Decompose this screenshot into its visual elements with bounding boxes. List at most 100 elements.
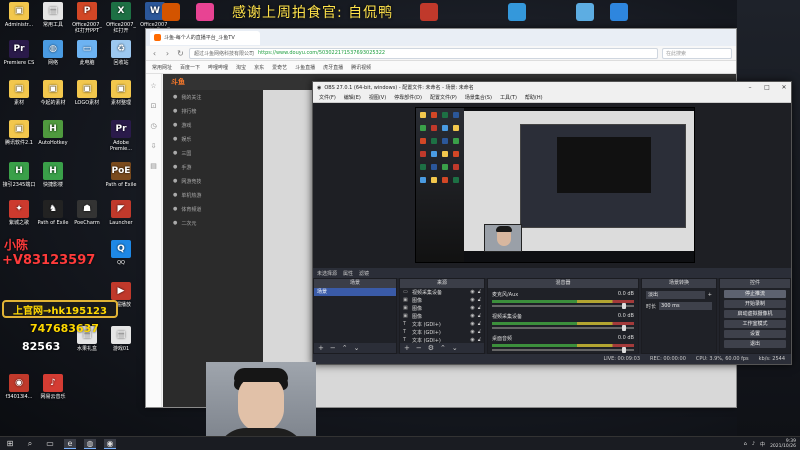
site-menu-item[interactable]: ● 我的关注 [163,90,263,104]
site-menu-item[interactable]: ● 排行榜 [163,104,263,118]
obs-menu-item[interactable]: 场景集合(S) [465,94,492,101]
control-button[interactable]: 启动虚拟摄像机 [724,310,786,318]
desktop-icon[interactable]: ♞ Path of Exile [36,200,70,226]
app-icon-top-6[interactable] [610,3,628,21]
desktop-icon[interactable]: ✦ 紫城之歌 [2,200,36,226]
remove-icon[interactable]: − [330,344,336,352]
desktop-icon[interactable]: ▣ 今起的素材 [36,80,70,106]
source-item[interactable]: ▣ 图像 ◉ 🔓︎ [400,296,484,304]
visibility-eye-icon[interactable]: ◉ [470,313,474,319]
app-icon-top-3[interactable] [420,3,438,21]
control-button[interactable]: 工作室模式 [724,320,786,328]
visibility-eye-icon[interactable]: ◉ [470,329,474,335]
desktop-icon[interactable]: ▣ 素材 [2,80,36,106]
history-icon[interactable]: ◷ [150,122,156,130]
desktop-icon[interactable]: ▭ 此电脑 [70,40,104,66]
ime-icon[interactable]: 中 [760,441,765,448]
visibility-eye-icon[interactable]: ◉ [470,305,474,311]
desktop-icon[interactable]: ▣ 素材整理 [104,80,138,106]
desktop-icon[interactable]: P Office2007_红打开PPT [70,2,104,34]
bookmark-item[interactable]: 腾讯视频 [351,64,371,71]
up-icon[interactable]: ⌃ [440,344,446,352]
bookmark-item[interactable]: 百度一下 [180,64,200,71]
browser-tab[interactable]: 斗鱼-每个人的直播平台_斗鱼TV [150,30,260,45]
bookmark-item[interactable]: 爱奇艺 [272,64,287,71]
add-icon[interactable]: + [318,344,324,352]
lock-icon[interactable]: 🔓︎ [478,313,481,319]
up-icon[interactable]: ⌃ [342,344,348,352]
down-icon[interactable]: ⌄ [354,344,360,352]
visibility-eye-icon[interactable]: ◉ [470,297,474,303]
lock-icon[interactable]: 🔓︎ [478,297,481,303]
desktop-icon[interactable]: ▤ 常用工具 [36,2,70,28]
fader-knob[interactable] [622,303,626,309]
lock-icon[interactable]: 🔓︎ [478,305,481,311]
filters-button[interactable]: 滤镜 [359,270,369,277]
control-button[interactable]: 开始录制 [724,300,786,308]
control-button[interactable]: 退出 [724,340,786,348]
obs-menu-item[interactable]: 文件(F) [319,94,336,101]
source-item[interactable]: ▭ 视频采集设备 ◉ 🔓︎ [400,288,484,296]
desktop-icon[interactable]: ☗ PoeCharm [70,200,104,226]
control-button[interactable]: 设置 [724,330,786,338]
site-menu-item[interactable]: ● 游戏 [163,118,263,132]
volume-fader[interactable] [492,347,634,353]
lock-icon[interactable]: 🔓︎ [478,289,481,295]
site-menu-item[interactable]: ● 体育频道 [163,202,263,216]
obs-menu-item[interactable]: 视图(V) [369,94,386,101]
desktop-icon[interactable]: ◍ 网络 [36,40,70,66]
desktop-icon[interactable]: ▣ 腾讯软件2.1 [2,120,36,146]
desktop-icon[interactable]: ♪ 网易云音乐 [36,374,70,400]
refresh-icon[interactable]: ↻ [176,49,185,58]
app-icon-top-4[interactable] [508,3,526,21]
down-icon[interactable]: ⌄ [452,344,458,352]
note-icon[interactable]: ▤ [150,162,157,170]
browser-icon[interactable]: e [64,438,76,449]
fader-knob[interactable] [622,325,626,331]
volume-icon[interactable]: ♪ [752,441,755,447]
obs-preview-canvas[interactable] [415,107,695,263]
volume-fader[interactable] [492,325,634,331]
scene-item[interactable]: 场景 [314,288,396,296]
desktop-icon[interactable]: ♻ 回收站 [104,40,138,66]
lock-icon[interactable]: 🔓︎ [478,321,481,327]
download-icon[interactable]: ⇩ [151,142,157,150]
obs-menu-item[interactable]: 工具(T) [500,94,517,101]
desktop-icon[interactable]: Q QQ [104,240,138,266]
address-bar[interactable]: 超过斗鱼网络科技有限公司 https://www.douyu.com/50302… [189,47,658,59]
volume-fader[interactable] [492,303,634,309]
site-menu-item[interactable]: ● 单机热游 [163,188,263,202]
source-item[interactable]: ▣ 图像 ◉ 🔓︎ [400,312,484,320]
maximize-icon[interactable]: □ [760,84,774,91]
close-icon[interactable]: ✕ [777,84,791,91]
back-icon[interactable]: ‹ [150,49,159,58]
obs-menu-item[interactable]: 配置文件(P) [430,94,457,101]
browser-search-input[interactable]: 在此搜索 [662,47,732,59]
site-logo[interactable]: 斗鱼 [163,74,263,90]
source-item[interactable]: T 文本 (GDI+) ◉ 🔓︎ [400,328,484,336]
lock-icon[interactable]: 🔓︎ [478,329,481,335]
desktop-icon[interactable]: ▣ Administr... [2,2,36,28]
obs-menu-item[interactable]: 编辑(E) [344,94,361,101]
gear-icon[interactable]: ⚙ [428,344,434,352]
app-icon[interactable]: ◉ [104,438,116,449]
forward-icon[interactable]: › [163,49,172,58]
bookmark-item[interactable]: 常用网址 [152,64,172,71]
task-view-icon[interactable]: ▭ [44,439,56,449]
desktop-icon[interactable]: H AutoHotkey [36,120,70,146]
desktop-icon[interactable]: PoE Path of Exile [104,162,138,188]
site-menu-item[interactable]: ● 手游 [163,160,263,174]
control-button[interactable]: 停止推流 [724,290,786,298]
app-icon-top-1[interactable] [162,3,180,21]
bookmark-item[interactable]: 淘宝 [236,64,246,71]
visibility-eye-icon[interactable]: ◉ [470,289,474,295]
desktop-icon[interactable]: ◉ f34013l4... [2,374,36,400]
properties-button[interactable]: 属性 [343,270,353,277]
add-icon[interactable]: + [404,344,410,352]
cart-icon[interactable]: ⊡ [151,102,157,110]
obs-menu-item[interactable]: 帮助(H) [525,94,543,101]
desktop-icon[interactable]: ▣ LOGO素材 [70,80,104,106]
remove-icon[interactable]: − [416,344,422,352]
obs-menu-item[interactable]: 停靠部件(D) [394,94,422,101]
transition-select[interactable]: 淡出 [646,291,705,299]
